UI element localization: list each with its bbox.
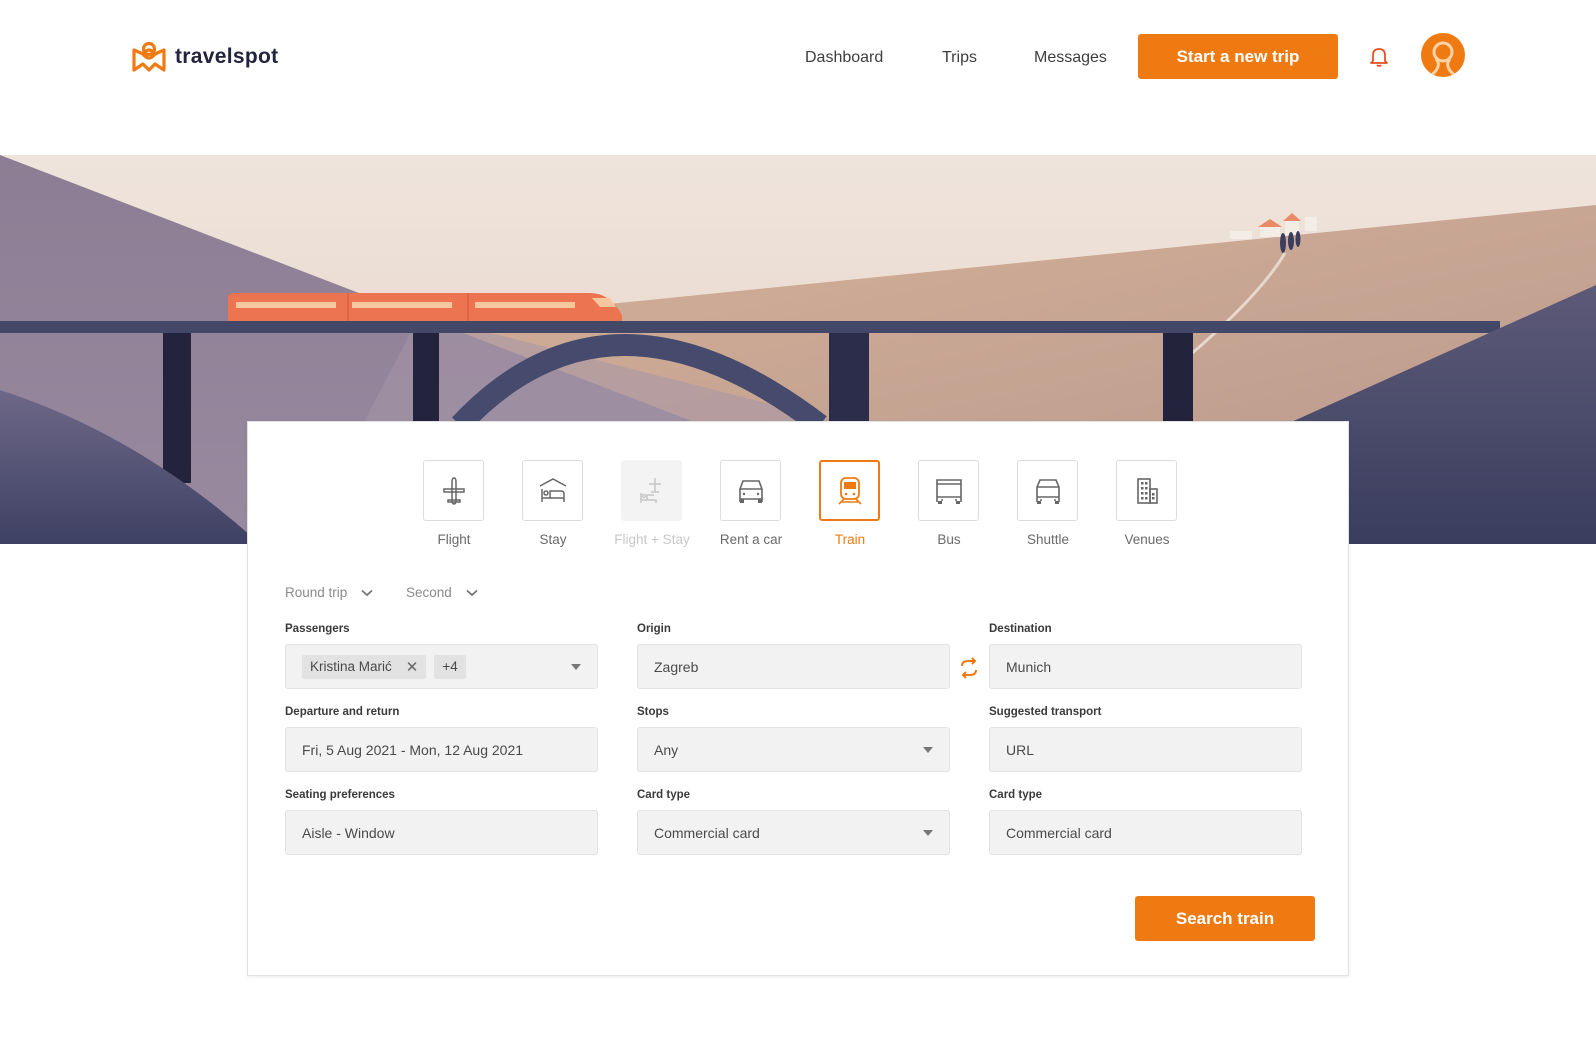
suggested-transport-label: Suggested transport [989,706,1102,718]
origin-label: Origin [637,623,671,635]
card-type-input-2[interactable]: Commercial card [989,810,1302,855]
swap-direction-icon[interactable] [958,657,980,679]
origin-input[interactable]: Zagreb [637,644,950,689]
nav-messages[interactable]: Messages [1034,49,1107,67]
nav-dashboard[interactable]: Dashboard [805,49,883,67]
card-type-select[interactable]: Commercial card [637,810,950,855]
mode-rent-a-car[interactable]: Rent a car [720,460,782,547]
logo-icon [132,41,166,72]
mode-bus[interactable]: Bus [918,460,980,547]
mode-label: Rent a car [719,532,783,547]
dates-input[interactable]: Fri, 5 Aug 2021 - Mon, 12 Aug 2021 [285,727,598,772]
mode-venues[interactable]: Venues [1116,460,1178,547]
search-card: Flight Stay Flight + Stay Rent a car Tra… [247,421,1349,976]
passengers-select[interactable]: Kristina Marić ✕ +4 [285,644,598,689]
avatar-icon [1428,41,1458,77]
brand-logo[interactable]: travelspot [131,40,278,74]
bus-icon [935,478,962,504]
class-value: Second [406,585,452,600]
chevron-down-icon [466,589,478,596]
caret-down-icon [923,747,933,753]
card-type-value: Commercial card [654,824,760,841]
search-train-button[interactable]: Search train [1135,896,1315,941]
brand-name: travelspot [175,45,279,68]
passenger-chip-name: Kristina Marić [310,659,392,674]
car-icon [738,479,763,503]
top-header: travelspot Dashboard Trips Messages Star… [0,0,1596,120]
card-type-label-2: Card type [989,789,1043,801]
passengers-label: Passengers [285,623,350,635]
train-illustration [228,293,622,321]
class-dropdown[interactable]: Second [406,585,478,600]
mode-shuttle[interactable]: Shuttle [1017,460,1079,547]
card-type-label: Card type [637,789,691,801]
mode-label: Shuttle [1026,532,1070,547]
destination-label: Destination [989,623,1052,635]
stops-select[interactable]: Any [637,727,950,772]
train-icon [837,476,862,505]
caret-down-icon [923,830,933,836]
mode-label: Flight [437,532,471,547]
destination-input[interactable]: Munich [989,644,1302,689]
trip-type-value: Round trip [285,585,348,600]
mode-flight[interactable]: Flight [423,460,485,547]
mode-train[interactable]: Train [819,460,881,547]
nav-trips[interactable]: Trips [942,49,977,67]
mode-label: Venues [1124,532,1170,547]
bed-icon [539,477,566,502]
building-icon [1136,477,1158,504]
caret-down-icon [571,664,581,670]
suggested-transport-input[interactable]: URL [989,727,1302,772]
mode-label: Stay [539,532,567,547]
mode-stay[interactable]: Stay [522,460,584,547]
bell-icon[interactable] [1369,46,1389,68]
mode-flight-stay[interactable]: Flight + Stay [614,460,690,547]
seating-label: Seating preferences [285,789,395,801]
trip-type-dropdown[interactable]: Round trip [285,585,373,600]
seating-input[interactable]: Aisle - Window [285,810,598,855]
stops-label: Stops [637,706,669,718]
stops-value: Any [654,741,679,758]
mode-label: Flight + Stay [614,532,690,547]
start-new-trip-button[interactable]: Start a new trip [1138,34,1338,79]
dates-label: Departure and return [285,706,400,718]
airplane-icon [442,476,465,505]
chevron-down-icon [361,589,373,596]
more-passengers-badge: +4 [434,654,466,679]
mode-label: Bus [937,532,961,547]
passenger-chip: Kristina Marić ✕ [302,654,427,679]
flight-stay-icon [639,477,661,503]
shuttle-icon [1035,478,1060,504]
mode-label: Train [834,532,866,547]
remove-passenger-icon[interactable]: ✕ [406,658,419,676]
user-avatar[interactable] [1421,33,1465,77]
